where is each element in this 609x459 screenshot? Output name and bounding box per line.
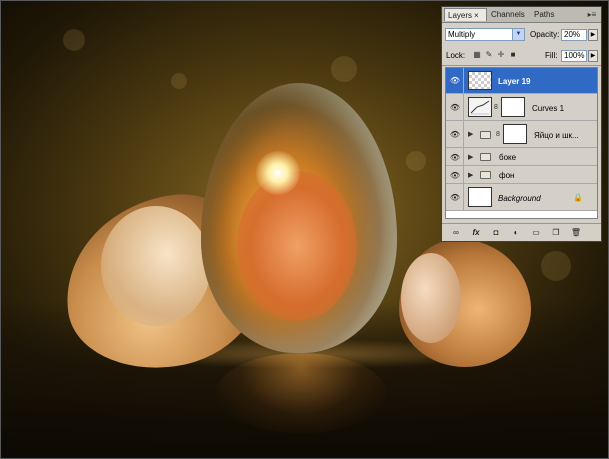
divider (463, 68, 464, 93)
lock-position-icon[interactable]: ✛ (496, 50, 506, 60)
panel-bottom-bar: ∞ fx ◘ ◐ ▭ ❐ 🗑 (442, 223, 601, 242)
bokeh-light (171, 73, 187, 89)
blend-mode-value: Multiply (448, 30, 476, 39)
bokeh-light (541, 251, 571, 281)
lock-transparency-icon[interactable]: ▦ (472, 50, 482, 60)
expand-triangle-icon[interactable]: ▶ (468, 171, 473, 179)
folder-icon (480, 131, 491, 139)
fx-icon[interactable]: fx (470, 227, 482, 239)
layer-thumbnail (468, 187, 492, 207)
expand-triangle-icon[interactable]: ▶ (468, 153, 473, 161)
eye-icon[interactable]: 👁 (448, 171, 462, 180)
divider (463, 148, 464, 165)
blend-opacity-row: Multiply ▼ Opacity: 20% ▶ (442, 26, 601, 44)
lock-icon: 🔒 (573, 193, 583, 202)
tab-layers[interactable]: Layers × (444, 8, 487, 21)
fill-label: Fill: (545, 51, 558, 60)
opacity-label: Opacity: (530, 30, 560, 39)
lock-fill-row: Lock: ▦ ✎ ✛ ■ Fill: 100% ▶ (442, 47, 601, 66)
panel-tab-bar: Layers × Channels Paths ▸≡ (442, 7, 601, 23)
layer-name: фон (499, 171, 515, 180)
folder-icon[interactable]: ▭ (530, 227, 542, 239)
layer-row-curves-1[interactable]: 👁 8 Curves 1 (446, 94, 597, 121)
adjustment-icon[interactable]: ◐ (510, 227, 522, 239)
divider (463, 94, 464, 120)
fill-slider-icon[interactable]: ▶ (588, 50, 598, 62)
divider (463, 121, 464, 147)
lock-all-icon[interactable]: ■ (508, 50, 518, 60)
layer-name: боке (499, 153, 517, 162)
layer-mask-thumbnail (501, 97, 525, 117)
layer-row-egg-group[interactable]: 👁 ▶ 8 Яйцо и шк... (446, 121, 597, 148)
layer-name: Яйцо и шк... (534, 131, 579, 140)
divider (463, 166, 464, 183)
layer-name: Curves 1 (532, 104, 565, 113)
opacity-input[interactable]: 20% (561, 29, 587, 41)
eye-icon[interactable]: 👁 (448, 103, 462, 112)
fill-input[interactable]: 100% (561, 50, 587, 62)
group-mask-thumbnail (503, 124, 527, 144)
curves-adjustment-icon (468, 97, 492, 117)
folder-icon (480, 153, 491, 161)
divider (463, 184, 464, 210)
folder-icon (480, 171, 491, 179)
layer-thumbnail (468, 71, 492, 90)
tab-paths-label: Paths (534, 10, 555, 19)
eye-icon[interactable]: 👁 (448, 130, 462, 139)
egg-reflection (216, 353, 386, 433)
blend-mode-select[interactable]: Multiply ▼ (445, 28, 525, 41)
expand-triangle-icon[interactable]: ▶ (468, 130, 473, 138)
mask-icon[interactable]: ◘ (490, 227, 502, 239)
layers-list: 👁 Layer 19 👁 8 Curves 1 👁 ▶ 8 Яйцо и шк.… (445, 67, 598, 219)
left-eggshell-inside (101, 206, 211, 326)
eye-icon[interactable]: 👁 (448, 193, 462, 202)
right-eggshell-inside (401, 253, 461, 343)
eye-icon[interactable]: 👁 (448, 153, 462, 162)
tab-channels-label: Channels (491, 10, 525, 19)
bokeh-light (406, 151, 426, 171)
bokeh-light (331, 56, 357, 82)
panel-menu-icon[interactable]: ▸≡ (585, 9, 599, 20)
tab-layers-label: Layers (448, 11, 473, 20)
chain-link-icon[interactable]: 8 (496, 131, 500, 138)
layer-name: Background (498, 194, 541, 203)
link-icon[interactable]: ∞ (450, 227, 462, 239)
layer-row-layer-19[interactable]: 👁 Layer 19 (446, 68, 597, 94)
layer-name: Layer 19 (498, 77, 531, 86)
bokeh-light (63, 29, 85, 51)
close-icon[interactable]: × (474, 11, 479, 20)
layer-row-bokeh[interactable]: 👁 ▶ боке (446, 148, 597, 166)
chevron-down-icon[interactable]: ▼ (512, 29, 524, 40)
layer-row-background-group[interactable]: 👁 ▶ фон (446, 166, 597, 184)
layers-panel: Layers × Channels Paths ▸≡ Multiply ▼ Opa… (441, 6, 602, 242)
opacity-slider-icon[interactable]: ▶ (588, 29, 598, 41)
eye-icon[interactable]: 👁 (448, 76, 462, 85)
lock-pixels-icon[interactable]: ✎ (484, 50, 494, 60)
chain-link-icon[interactable]: 8 (494, 104, 498, 111)
glowing-yolk (237, 171, 357, 321)
light-flare (256, 151, 300, 195)
lock-label: Lock: (446, 51, 466, 60)
layer-row-background[interactable]: 👁 Background 🔒 (446, 184, 597, 211)
tab-channels[interactable]: Channels (488, 8, 530, 21)
trash-icon[interactable]: 🗑 (570, 227, 582, 239)
new-layer-icon[interactable]: ❐ (550, 227, 562, 239)
tab-paths[interactable]: Paths (531, 8, 561, 21)
